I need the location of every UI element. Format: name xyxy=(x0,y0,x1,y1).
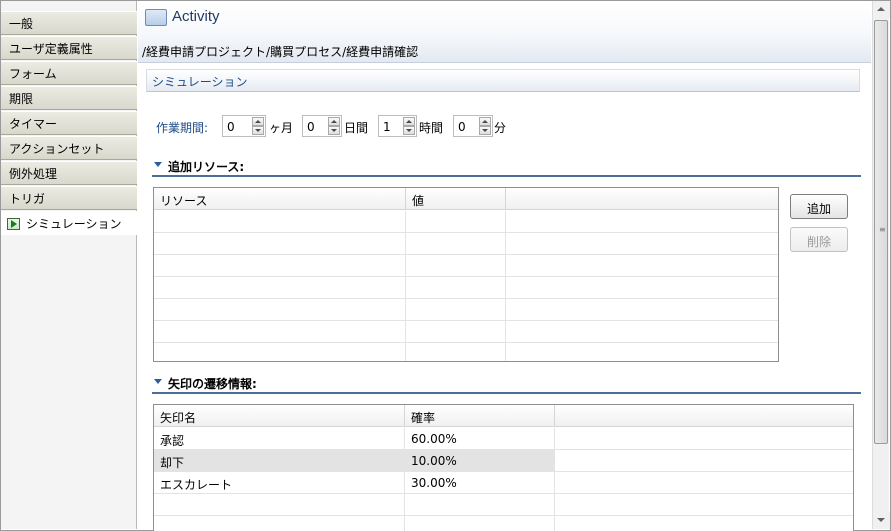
resources-table-header: リソース 値 xyxy=(154,188,778,210)
transitions-heading-label: 矢印の遷移情報: xyxy=(168,377,257,391)
column-header-arrow-name[interactable]: 矢印名 xyxy=(154,405,405,427)
transitions-table-header: 矢印名 確率 xyxy=(154,405,853,427)
months-increment-icon[interactable] xyxy=(252,117,264,126)
table-row[interactable]: エスカレート 30.00% xyxy=(154,472,853,494)
sidebar-item-timer[interactable]: タイマー xyxy=(1,111,137,135)
sidebar-item-label: フォーム xyxy=(9,67,57,81)
delete-resource-button[interactable]: 削除 xyxy=(790,227,848,252)
table-row[interactable] xyxy=(154,233,778,255)
transitions-section-heading[interactable]: 矢印の遷移情報: xyxy=(152,374,861,394)
resources-section-heading[interactable]: 追加リソース: xyxy=(152,157,861,177)
breadcrumb: /経費申請プロジェクト/購買プロセス/経費申請確認 xyxy=(142,45,419,59)
minutes-decrement-icon[interactable] xyxy=(479,126,491,135)
probability-cell[interactable]: 30.00% xyxy=(405,472,555,494)
hours-increment-icon[interactable] xyxy=(403,117,415,126)
minutes-value: 0 xyxy=(458,120,466,134)
minutes-increment-icon[interactable] xyxy=(479,117,491,126)
sidebar-item-action-set[interactable]: アクションセット xyxy=(1,136,137,160)
sidebar-item-label: 例外処理 xyxy=(9,167,58,181)
table-row[interactable] xyxy=(154,299,778,321)
minutes-stepper[interactable]: 0 xyxy=(453,115,493,137)
probability-cell[interactable]: 10.00% xyxy=(405,450,555,472)
activity-icon xyxy=(145,9,167,26)
probability-cell[interactable]: 60.00% xyxy=(405,428,555,450)
days-value: 0 xyxy=(307,120,315,134)
arrow-name-cell: 却下 xyxy=(154,450,405,472)
property-sidebar: 一般 ユーザ定義属性 フォーム 期限 タイマー アクションセット 例外処理 トリ… xyxy=(1,1,138,529)
hours-unit: 時間 xyxy=(419,121,444,135)
vertical-scrollbar[interactable]: ≡ xyxy=(872,1,890,529)
sidebar-item-form[interactable]: フォーム xyxy=(1,61,137,85)
days-stepper[interactable]: 0 xyxy=(302,115,342,137)
scrollbar-thumb[interactable]: ≡ xyxy=(874,20,888,444)
days-increment-icon[interactable] xyxy=(328,117,340,126)
sidebar-item-label: トリガ xyxy=(9,192,46,206)
transitions-table[interactable]: 矢印名 確率 承認 60.00% 却下 10.00% エスカレート 30.00% xyxy=(153,404,854,531)
hours-value: 1 xyxy=(383,120,391,134)
months-stepper[interactable]: 0 xyxy=(222,115,266,137)
scroll-up-arrow-icon[interactable] xyxy=(873,1,890,18)
column-header-value[interactable]: 値 xyxy=(406,188,506,210)
collapse-triangle-icon[interactable] xyxy=(154,379,162,384)
sidebar-item-trigger[interactable]: トリガ xyxy=(1,186,137,210)
sidebar-item-simulation[interactable]: シミュレーション xyxy=(1,211,138,235)
table-row[interactable] xyxy=(154,516,853,531)
minutes-unit: 分 xyxy=(494,121,507,135)
sidebar-item-label: タイマー xyxy=(9,117,58,131)
page-title: Activity xyxy=(172,8,220,25)
scroll-down-arrow-icon[interactable] xyxy=(873,512,890,529)
sidebar-item-exception[interactable]: 例外処理 xyxy=(1,161,137,185)
resources-table[interactable]: リソース 値 xyxy=(153,187,779,362)
sidebar-item-label: 一般 xyxy=(9,17,34,31)
sidebar-item-label: アクションセット xyxy=(9,142,105,156)
table-row[interactable]: 却下 10.00% xyxy=(154,450,853,472)
sidebar-item-label: ユーザ定義属性 xyxy=(9,42,93,56)
sidebar-item-deadline[interactable]: 期限 xyxy=(1,86,137,110)
grip-icon: ≡ xyxy=(879,225,886,234)
table-row[interactable] xyxy=(154,494,853,516)
hours-decrement-icon[interactable] xyxy=(403,126,415,135)
table-row[interactable] xyxy=(154,343,778,361)
hours-stepper[interactable]: 1 xyxy=(378,115,417,137)
resources-heading-label: 追加リソース: xyxy=(168,160,245,174)
days-decrement-icon[interactable] xyxy=(328,126,340,135)
months-decrement-icon[interactable] xyxy=(252,126,264,135)
arrow-name-cell: 承認 xyxy=(154,428,405,450)
simulation-play-icon xyxy=(7,218,20,230)
section-title: シミュレーション xyxy=(152,75,248,89)
sidebar-item-label: シミュレーション xyxy=(26,217,122,231)
page-header: Activity /経費申請プロジェクト/購買プロセス/経費申請確認 xyxy=(138,1,871,63)
table-row[interactable] xyxy=(154,277,778,299)
arrow-name-cell: エスカレート xyxy=(154,472,405,494)
months-unit: ヶ月 xyxy=(269,121,294,135)
table-row[interactable]: 承認 60.00% xyxy=(154,428,853,450)
column-header-probability[interactable]: 確率 xyxy=(405,405,555,427)
sidebar-item-user-attributes[interactable]: ユーザ定義属性 xyxy=(1,36,137,60)
add-resource-button[interactable]: 追加 xyxy=(790,194,848,219)
sidebar-item-general[interactable]: 一般 xyxy=(1,11,137,35)
table-row[interactable] xyxy=(154,255,778,277)
section-title-bar: シミュレーション xyxy=(146,69,860,92)
table-row[interactable] xyxy=(154,211,778,233)
duration-label: 作業期間: xyxy=(156,121,209,135)
sidebar-item-label: 期限 xyxy=(9,92,34,106)
months-value: 0 xyxy=(227,120,235,134)
days-unit: 日間 xyxy=(344,121,369,135)
column-header-resource[interactable]: リソース xyxy=(154,188,406,210)
table-row[interactable] xyxy=(154,321,778,343)
collapse-triangle-icon[interactable] xyxy=(154,162,162,167)
